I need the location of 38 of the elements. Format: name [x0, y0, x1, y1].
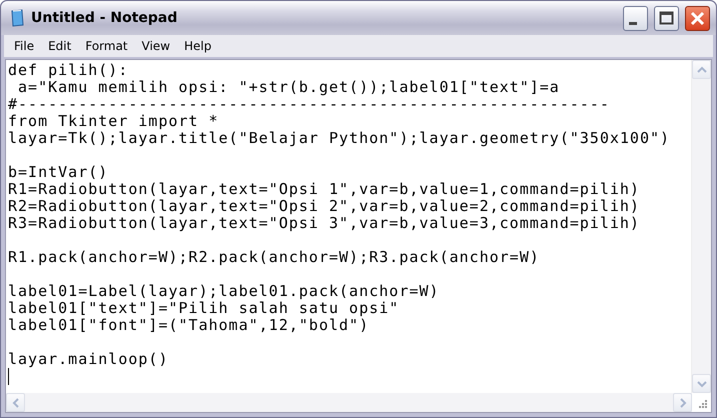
code-line: def pilih(): — [8, 62, 128, 79]
scroll-up-button[interactable] — [692, 60, 711, 79]
code-line: from Tkinter import * — [8, 113, 219, 130]
menu-item[interactable]: File — [8, 37, 42, 55]
menu-item[interactable]: Edit — [42, 37, 80, 55]
menu-item[interactable]: Format — [79, 37, 136, 55]
code-line: layar=Tk();layar.title("Belajar Python");layar.geometry("350x100") — [8, 130, 670, 147]
vertical-scrollbar[interactable] — [691, 60, 711, 393]
text-editor[interactable] — [6, 60, 711, 393]
code-line: label01=Label(layar);label01.pack(anchor=W) — [8, 283, 440, 300]
code-line: #----------------------------------------------------------- — [8, 96, 610, 113]
text-cursor — [8, 368, 9, 385]
chevron-right-icon — [678, 398, 686, 408]
code-line: R2=Radiobutton(layar,text="Opsi 2",var=b,value=2,command=pilih) — [8, 198, 640, 215]
code-line: label01["font"]=("Tahoma",12,"bold") — [8, 317, 370, 334]
window-title: Untitled - Notepad — [31, 10, 178, 26]
code-line: b=IntVar() — [8, 164, 108, 181]
menu-item[interactable]: View — [136, 37, 178, 55]
chevron-up-icon — [696, 66, 706, 74]
menu-item[interactable]: Help — [178, 37, 220, 55]
code-line: a="Kamu memilih opsi: "+str(b.get());label01["text"]=a — [17, 79, 560, 96]
code-line: label01["text"]="Pilih salah satu opsi" — [8, 300, 400, 317]
scroll-right-button[interactable] — [673, 393, 692, 412]
minimize-icon — [629, 22, 637, 24]
chevron-left-icon — [12, 398, 20, 408]
notepad-icon — [9, 9, 25, 27]
scroll-down-button[interactable] — [692, 374, 711, 393]
code-line: layar.mainloop() — [8, 351, 168, 368]
code-line: R3=Radiobutton(layar,text="Opsi 3",var=b,value=3,command=pilih) — [8, 215, 640, 232]
code-line: R1.pack(anchor=W);R2.pack(anchor=W);R3.pack(anchor=W) — [8, 249, 540, 266]
minimize-button[interactable] — [623, 6, 648, 30]
code-line: R1=Radiobutton(layar,text="Opsi 1",var=b,value=1,command=pilih) — [8, 181, 640, 198]
resize-grip-icon[interactable] — [696, 397, 708, 409]
chevron-down-icon — [696, 380, 706, 388]
horizontal-scrollbar[interactable] — [6, 393, 692, 412]
scroll-left-button[interactable] — [6, 393, 25, 412]
maximize-button[interactable] — [654, 6, 679, 30]
close-button[interactable] — [685, 6, 710, 30]
